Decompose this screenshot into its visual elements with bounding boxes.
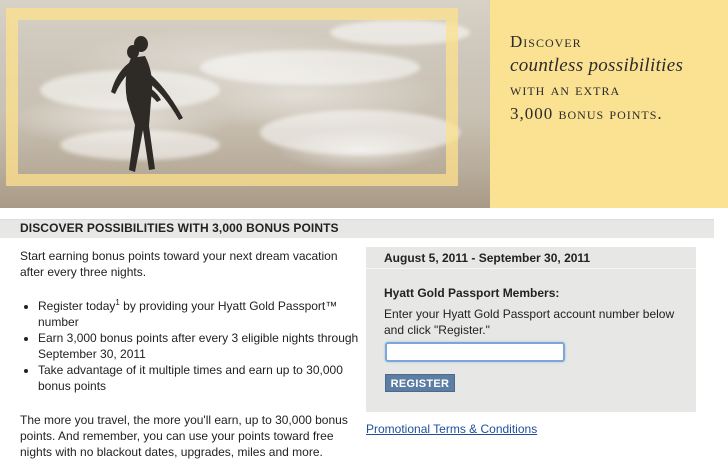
promo-line-2: countless possibilities	[510, 55, 684, 76]
promo-line-4: 3,000 bonus points.	[510, 104, 663, 123]
outro-text: The more you travel, the more you'll ear…	[20, 413, 348, 459]
hero-banner: Discover countless possibilities with an…	[0, 0, 728, 208]
promo-panel: Discover countless possibilities with an…	[490, 0, 728, 208]
registration-box: August 5, 2011 - September 30, 2011 Hyat…	[366, 247, 696, 412]
section-header: DISCOVER POSSIBILITIES WITH 3,000 BONUS …	[0, 219, 714, 238]
box-divider	[366, 268, 696, 269]
offer-description: Start earning bonus points toward your n…	[20, 248, 360, 460]
bullet-register: Register today1 by providing your Hyatt …	[38, 298, 360, 330]
promo-date-range: August 5, 2011 - September 30, 2011	[384, 251, 591, 265]
register-button[interactable]: REGISTER	[385, 374, 455, 392]
account-number-input[interactable]	[385, 342, 565, 362]
promo-line-1: Discover	[510, 32, 582, 51]
bullet-register-text: Register today	[38, 299, 116, 313]
bullet-earn: Earn 3,000 bonus points after every 3 el…	[38, 330, 360, 362]
intro-text: Start earning bonus points toward your n…	[20, 249, 338, 279]
members-heading: Hyatt Gold Passport Members:	[384, 286, 560, 300]
terms-conditions-link[interactable]: Promotional Terms & Conditions	[366, 422, 537, 436]
section-title: DISCOVER POSSIBILITIES WITH 3,000 BONUS …	[20, 221, 339, 235]
beach-photo	[0, 0, 490, 208]
offer-bullets: Register today1 by providing your Hyatt …	[20, 298, 360, 394]
promo-line-3: with an extra	[510, 80, 621, 99]
photo-frame	[6, 8, 458, 186]
promo-headline: Discover countless possibilities with an…	[510, 30, 683, 126]
register-instructions: Enter your Hyatt Gold Passport account n…	[384, 307, 675, 337]
bullet-multiple: Take advantage of it multiple times and …	[38, 362, 360, 394]
